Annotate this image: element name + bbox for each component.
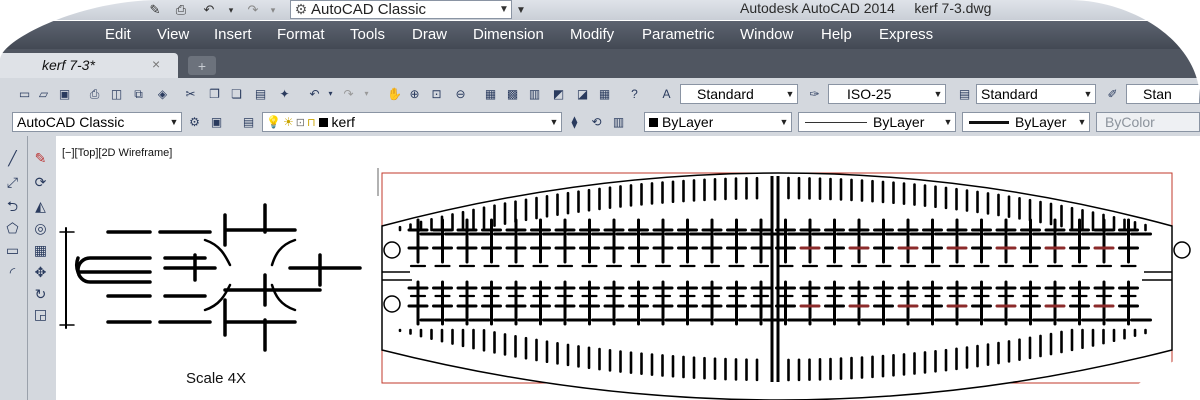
scale-label: Scale 4X [186, 370, 247, 387]
kerf-drawing [59, 168, 1191, 400]
kerf-detail [59, 203, 362, 352]
kerf-panel[interactable] [381, 172, 1191, 400]
autocad-window: ✎ ⎙ ↶ ▾ ↷ ▾ ⚙ AutoCAD Classic ▼ ▼ Autode… [0, 0, 1200, 400]
